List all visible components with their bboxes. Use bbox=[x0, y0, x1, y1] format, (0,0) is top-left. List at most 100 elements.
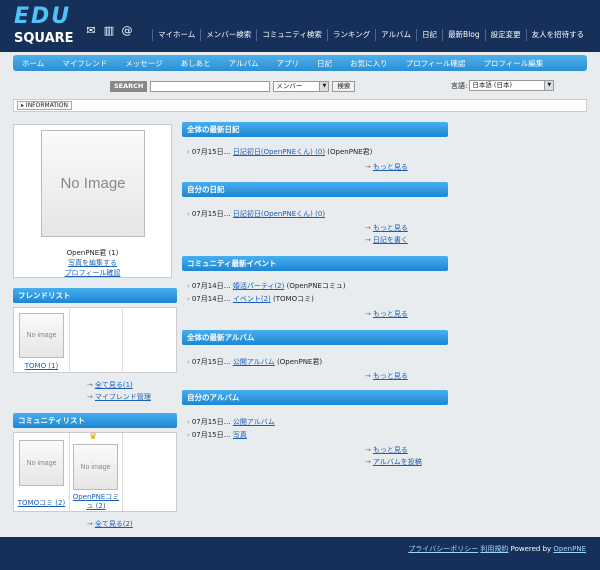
community-see-all-link[interactable]: 全て見る(2) bbox=[95, 520, 133, 528]
sub-nav-my-friends[interactable]: マイフレンド bbox=[53, 58, 116, 69]
section-title: 自分の日記 bbox=[182, 182, 448, 197]
sub-nav-album[interactable]: アルバム bbox=[220, 58, 268, 69]
sub-nav-messages[interactable]: メッセージ bbox=[116, 58, 171, 69]
sub-nav-diary[interactable]: 日記 bbox=[308, 58, 341, 69]
album-entry: › 07月15日… 公開アルバム (OpenPNE君) bbox=[187, 357, 322, 367]
event-entry: › 07月14日… イベント(2) (TOMOコミ) bbox=[187, 294, 314, 304]
arrow-right-icon: → bbox=[87, 381, 93, 389]
site-logo[interactable]: EDU SQUARE bbox=[12, 4, 78, 48]
more-row: → もっと見る bbox=[365, 371, 408, 381]
top-nav: マイホーム メンバー検索 コミュニティ検索 ランキング アルバム 日記 最新Bl… bbox=[152, 29, 589, 41]
friend-grid-divider-1 bbox=[69, 308, 70, 372]
section-title: コミュニティ最新イベント bbox=[182, 256, 448, 271]
header-icons: ✉ ▥ @ bbox=[84, 24, 134, 38]
entry-link[interactable]: 日記初日(OpenPNEくん) (0) bbox=[233, 148, 325, 156]
entry-link[interactable]: 日記初日(OpenPNEくん) (0) bbox=[233, 210, 325, 218]
search-input[interactable] bbox=[150, 80, 271, 92]
search-button[interactable]: 検索 bbox=[332, 80, 356, 92]
top-nav-diary[interactable]: 日記 bbox=[416, 29, 442, 41]
section-my-album: 自分のアルバム › 07月15日… 公開アルバム › 07月15日… 写真 → もっと… bbox=[182, 390, 448, 470]
entry-date: 07月14日… bbox=[191, 282, 231, 290]
top-nav-settings[interactable]: 設定変更 bbox=[484, 29, 526, 41]
top-nav-invite[interactable]: 友人を招待する bbox=[525, 29, 590, 41]
building-icon[interactable]: ▥ bbox=[102, 24, 116, 38]
entry-link[interactable]: イベント(2) bbox=[233, 295, 271, 303]
sub-nav-profile-edit[interactable]: プロフィール編集 bbox=[474, 58, 552, 69]
privacy-policy-link[interactable]: プライバシーポリシー bbox=[408, 545, 478, 553]
language-label: 言語: bbox=[451, 81, 468, 90]
top-nav-ranking[interactable]: ランキング bbox=[326, 29, 375, 41]
more-link[interactable]: もっと見る bbox=[373, 310, 408, 318]
post-album-row: → アルバムを投稿 bbox=[365, 457, 422, 467]
entry-link[interactable]: 公開アルバム bbox=[233, 358, 275, 366]
footer-links: プライバシーポリシー 利用規約 Powered by OpenPNE bbox=[408, 544, 586, 554]
top-nav-album[interactable]: アルバム bbox=[375, 29, 416, 41]
powered-by-text: Powered by bbox=[510, 545, 552, 553]
top-nav-member-search[interactable]: メンバー検索 bbox=[200, 29, 256, 41]
profile-photo[interactable]: No Image bbox=[41, 130, 145, 237]
diary-entry: › 07月15日… 日記初日(OpenPNEくん) (0) (OpenPNE君) bbox=[187, 147, 372, 157]
friend-name-link[interactable]: TOMO (1) bbox=[14, 362, 69, 370]
arrow-right-icon: › bbox=[187, 210, 190, 218]
sub-nav-favorites[interactable]: お気に入り bbox=[341, 58, 397, 69]
search-scope-select[interactable]: メンバー ▼ bbox=[273, 80, 330, 92]
language-select[interactable]: 日本語 (日本) ▼ bbox=[469, 80, 555, 91]
logo-text-square: SQUARE bbox=[14, 31, 74, 46]
entry-date: 07月15日… bbox=[191, 418, 231, 426]
entry-link[interactable]: 公開アルバム bbox=[233, 418, 275, 426]
view-profile-link[interactable]: プロフィール確認 bbox=[14, 268, 171, 278]
more-row: → もっと見る bbox=[365, 309, 408, 319]
community-list-panel: No image ♛ No image TOMOコミ (2) OpenPNEコミ… bbox=[13, 432, 177, 512]
arrow-right-icon: → bbox=[365, 224, 371, 232]
more-link[interactable]: もっと見る bbox=[373, 224, 408, 232]
community-see-all-row: → 全て見る(2) bbox=[87, 519, 133, 529]
sub-nav-footprints[interactable]: あしあと bbox=[172, 58, 220, 69]
write-diary-row: → 日記を書く bbox=[365, 235, 408, 245]
openpne-link[interactable]: OpenPNE bbox=[553, 545, 586, 553]
more-link[interactable]: もっと見る bbox=[373, 372, 408, 380]
more-row: → もっと見る bbox=[365, 445, 408, 455]
entry-link[interactable]: 婚活パーティ(2) bbox=[233, 282, 285, 290]
event-entry: › 07月14日… 婚活パーティ(2) (OpenPNEコミュ) bbox=[187, 281, 346, 291]
entry-suffix: (OpenPNE君) bbox=[327, 148, 373, 156]
entry-link[interactable]: 写真 bbox=[233, 431, 247, 439]
community-image-1[interactable]: No image bbox=[19, 440, 64, 486]
arrow-right-icon: → bbox=[365, 163, 371, 171]
section-community-events: コミュニティ最新イベント › 07月14日… 婚活パーティ(2) (OpenPNE… bbox=[182, 256, 448, 322]
terms-link[interactable]: 利用規約 bbox=[480, 545, 508, 553]
community-image-2[interactable]: No image bbox=[73, 444, 118, 490]
sub-nav-profile-view[interactable]: プロフィール確認 bbox=[397, 58, 475, 69]
profile-panel: No Image OpenPNE君 (1) 写真を編集する プロフィール確認 bbox=[13, 124, 172, 278]
community-name-link-2[interactable]: OpenPNEコミュ (2) bbox=[70, 493, 122, 511]
friend-list-panel: No image TOMO (1) bbox=[13, 307, 177, 373]
write-diary-link[interactable]: 日記を書く bbox=[373, 236, 408, 244]
more-row: → もっと見る bbox=[365, 162, 408, 172]
more-link[interactable]: もっと見る bbox=[373, 163, 408, 171]
edit-photo-link[interactable]: 写真を編集する bbox=[14, 258, 171, 268]
entry-date: 07月15日… bbox=[191, 358, 231, 366]
arrow-right-icon: → bbox=[365, 236, 371, 244]
friend-avatar-placeholder: No image bbox=[26, 332, 57, 339]
section-all-latest-diary: 全体の最新日記 › 07月15日… 日記初日(OpenPNEくん) (0) (Op… bbox=[182, 122, 448, 172]
more-link[interactable]: もっと見る bbox=[373, 446, 408, 454]
top-nav-community-search[interactable]: コミュニティ検索 bbox=[256, 29, 327, 41]
community-name-link-1[interactable]: TOMOコミ (2) bbox=[14, 498, 69, 508]
arrow-right-icon: › bbox=[187, 295, 190, 303]
sub-nav-home[interactable]: ホーム bbox=[13, 58, 53, 69]
footer: プライバシーポリシー 利用規約 Powered by OpenPNE bbox=[0, 537, 600, 570]
friend-manage-link[interactable]: マイフレンド管理 bbox=[95, 393, 151, 401]
friend-see-all-link[interactable]: 全て見る(1) bbox=[95, 381, 133, 389]
at-icon[interactable]: @ bbox=[120, 24, 134, 38]
community-image-1-placeholder: No image bbox=[26, 459, 57, 467]
friend-avatar[interactable]: No image bbox=[19, 313, 64, 358]
entry-suffix: (OpenPNEコミュ) bbox=[286, 282, 346, 290]
post-album-link[interactable]: アルバムを投稿 bbox=[373, 458, 422, 466]
top-nav-my-home[interactable]: マイホーム bbox=[152, 29, 200, 41]
arrow-right-icon: → bbox=[365, 458, 371, 466]
sub-nav-apps[interactable]: アプリ bbox=[268, 58, 309, 69]
mail-icon[interactable]: ✉ bbox=[84, 24, 98, 38]
top-header: EDU SQUARE ✉ ▥ @ マイホーム メンバー検索 コミュニティ検索 ラ… bbox=[0, 0, 600, 52]
friend-see-all-row: → 全て見る(1) bbox=[87, 380, 133, 390]
top-nav-latest-blog[interactable]: 最新Blog bbox=[442, 29, 485, 41]
more-row: → もっと見る bbox=[365, 223, 408, 233]
